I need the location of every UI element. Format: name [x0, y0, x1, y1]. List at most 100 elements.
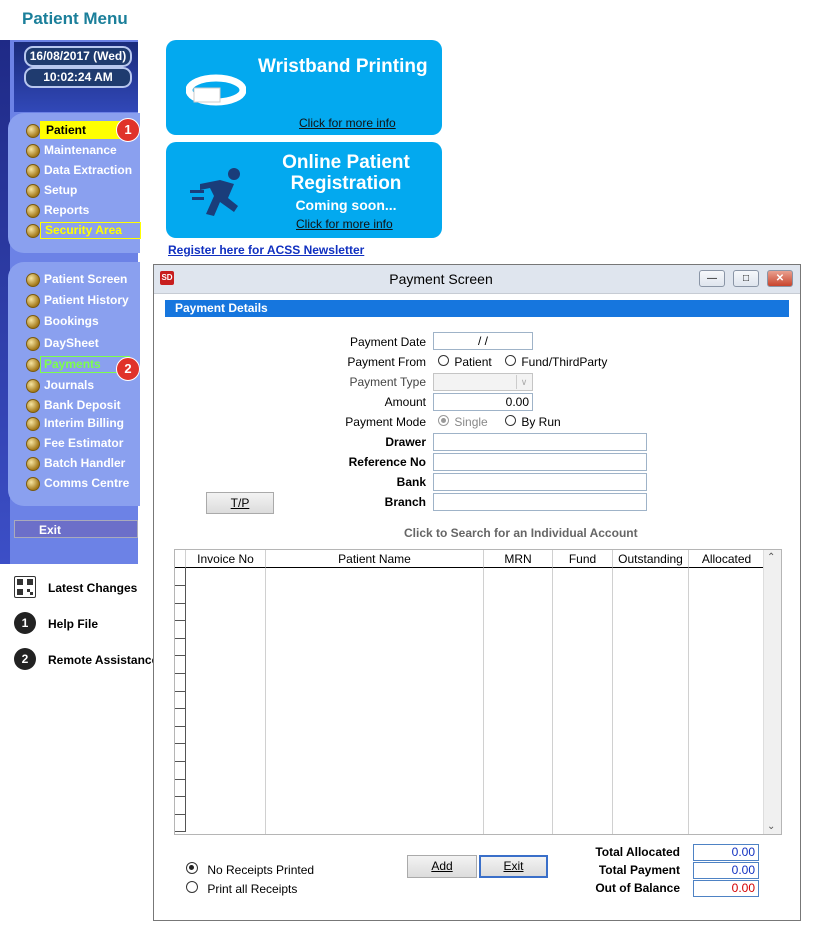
payment-type-select[interactable]: ∨ [433, 373, 533, 391]
payment-mode-single-radio[interactable]: Single [438, 415, 488, 429]
total-payment-label: Total Payment [598, 863, 680, 877]
column-divider [688, 568, 689, 834]
wristband-banner[interactable]: Wristband Printing Click for more info [166, 40, 442, 135]
payment-mode-label: Payment Mode [345, 415, 426, 429]
bullet-icon [26, 184, 40, 198]
payment-window: SD Payment Screen — □ ✕ Payment Details … [153, 264, 801, 921]
row-header-cell[interactable] [175, 814, 186, 833]
column-divider [612, 568, 613, 834]
no-receipts-radio[interactable]: No Receipts Printed [186, 862, 314, 877]
page-title: Patient Menu [22, 9, 128, 28]
column-header-allocated[interactable]: Allocated [689, 550, 765, 568]
bullet-icon [26, 399, 40, 413]
column-divider [265, 568, 266, 834]
date-display: 16/08/2017 (Wed) [24, 46, 132, 67]
payment-mode-byrun-radio[interactable]: By Run [505, 415, 561, 429]
payment-from-fund-radio[interactable]: Fund/ThirdParty [505, 355, 607, 369]
coming-soon-text: Coming soon... [295, 197, 397, 213]
scroll-up-icon[interactable]: ⌃ [767, 552, 775, 563]
payment-date-label: Payment Date [349, 335, 426, 349]
bank-label: Bank [396, 475, 426, 489]
bullet-icon [26, 417, 40, 431]
bullet-icon [26, 379, 40, 393]
online-more-info-link[interactable]: Click for more info [296, 217, 393, 231]
online-registration-banner[interactable]: Online Patient Registration Coming soon.… [166, 142, 442, 238]
invoice-table[interactable]: Invoice No Patient Name MRN Fund Outstan… [174, 549, 782, 835]
row-header-cell[interactable] [175, 779, 186, 798]
out-of-balance-label: Out of Balance [595, 881, 680, 895]
row-header-cell[interactable] [175, 638, 186, 657]
row-header-cell[interactable] [175, 726, 186, 745]
bullet-icon [26, 204, 40, 218]
number-2-icon: 2 [14, 648, 36, 670]
wristband-title: Wristband Printing [258, 56, 428, 77]
tp-button[interactable]: T/P [206, 492, 274, 514]
exit-button-window[interactable]: Exit [479, 855, 548, 878]
row-header-cell[interactable] [175, 620, 186, 639]
bullet-icon [26, 457, 40, 471]
bullet-icon [26, 273, 40, 287]
row-header-cell[interactable] [175, 585, 186, 604]
amount-field[interactable]: 0.00 [433, 393, 533, 411]
row-header-cell[interactable] [175, 673, 186, 692]
payment-details-header: Payment Details [165, 300, 789, 317]
branch-field[interactable] [433, 493, 647, 511]
row-header-cell[interactable] [175, 691, 186, 710]
column-header-patient-name[interactable]: Patient Name [266, 550, 484, 568]
close-icon[interactable]: ✕ [767, 270, 793, 287]
bullet-icon [26, 337, 40, 351]
search-account-hint[interactable]: Click to Search for an Individual Accoun… [404, 526, 638, 540]
radio-icon [186, 862, 198, 874]
add-button[interactable]: Add [407, 855, 477, 878]
row-header-cell[interactable] [175, 603, 186, 622]
column-header-mrn[interactable]: MRN [484, 550, 553, 568]
bullet-icon [26, 144, 40, 158]
drawer-label: Drawer [385, 435, 426, 449]
drawer-field[interactable] [433, 433, 647, 451]
bullet-icon [26, 315, 40, 329]
row-header-cell[interactable] [175, 568, 186, 586]
window-titlebar: SD Payment Screen — □ ✕ [154, 265, 800, 294]
reference-no-field[interactable] [433, 453, 647, 471]
radio-icon [505, 355, 516, 366]
column-divider [552, 568, 553, 834]
scroll-down-icon[interactable]: ⌄ [767, 821, 775, 832]
wristband-more-info-link[interactable]: Click for more info [299, 116, 396, 130]
chevron-down-icon: ∨ [516, 375, 531, 389]
row-header-cell[interactable] [175, 796, 186, 815]
bullet-icon [26, 164, 40, 178]
exit-button[interactable]: Exit [14, 520, 138, 538]
patient-menu-group: Patient Screen Patient History Bookings … [8, 262, 140, 506]
total-allocated-value: 0.00 [693, 844, 759, 861]
payment-from-label: Payment From [347, 355, 426, 369]
payment-type-label: Payment Type [349, 375, 427, 389]
print-all-receipts-radio[interactable]: Print all Receipts [186, 881, 297, 896]
newsletter-link[interactable]: Register here for ACSS Newsletter [168, 243, 364, 257]
column-divider [483, 568, 484, 834]
column-header-fund[interactable]: Fund [553, 550, 613, 568]
bank-field[interactable] [433, 473, 647, 491]
row-header-cell[interactable] [175, 761, 186, 780]
row-header-cell[interactable] [175, 744, 186, 762]
bullet-icon [26, 358, 40, 372]
payment-date-field[interactable]: / / [433, 332, 533, 350]
column-header-invoice-no[interactable]: Invoice No [186, 550, 266, 568]
column-header-outstanding[interactable]: Outstanding [613, 550, 689, 568]
payment-from-patient-radio[interactable]: Patient [438, 355, 492, 369]
row-header-cell[interactable] [175, 656, 186, 674]
radio-icon [438, 415, 449, 426]
reference-no-label: Reference No [348, 455, 426, 469]
maximize-icon[interactable]: □ [733, 270, 759, 287]
table-scrollbar[interactable]: ⌃ ⌄ [763, 550, 781, 834]
bullet-icon [26, 294, 40, 308]
window-title: Payment Screen [389, 271, 493, 287]
online-registration-title: Online Patient Registration [282, 152, 410, 194]
wristband-icon [185, 70, 247, 113]
total-allocated-label: Total Allocated [595, 845, 680, 859]
amount-label: Amount [384, 395, 426, 409]
minimize-icon[interactable]: — [699, 270, 725, 287]
row-header-corner [175, 550, 186, 568]
time-display: 10:02:24 AM [24, 67, 132, 88]
row-header-cell[interactable] [175, 708, 186, 727]
bullet-icon [26, 224, 40, 238]
